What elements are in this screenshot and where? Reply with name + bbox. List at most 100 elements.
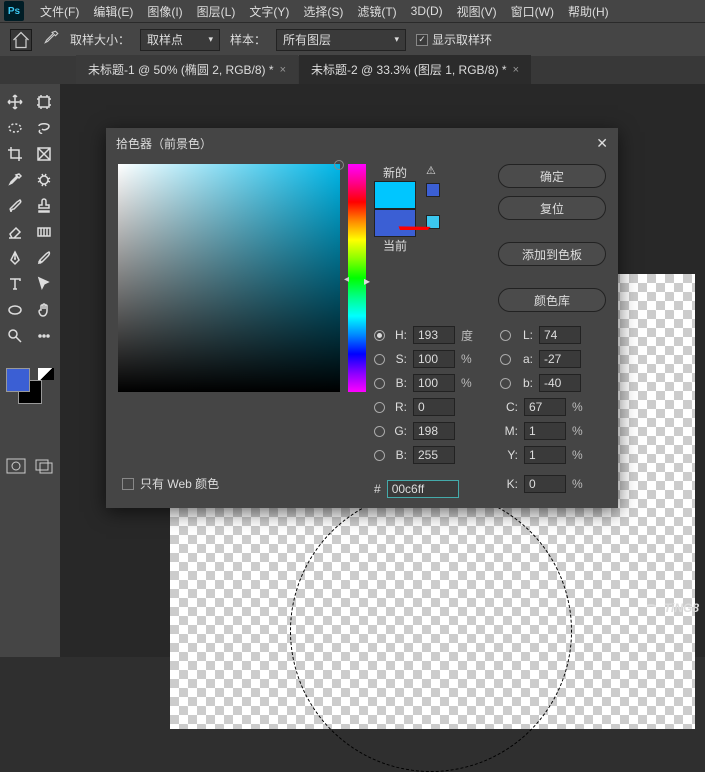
swap-colors-icon[interactable] xyxy=(38,368,54,380)
m-unit: % xyxy=(572,424,586,438)
show-ring-checkbox[interactable]: ✓ 显示取样环 xyxy=(416,31,492,48)
frame-tool-icon[interactable] xyxy=(31,142,57,166)
sv-cursor xyxy=(334,160,344,170)
current-color-swatch[interactable] xyxy=(374,209,416,237)
stamp-tool-icon[interactable] xyxy=(31,194,57,218)
color-picker-dialog: 拾色器（前景色） ✕ ◂▸ 新的 当前 ⚠ xyxy=(106,128,618,508)
r-label: R: xyxy=(391,400,407,414)
pen-tool-icon[interactable] xyxy=(2,246,28,270)
m-input[interactable] xyxy=(524,422,566,440)
s-label: S: xyxy=(391,352,407,366)
eyedropper-tool-icon[interactable] xyxy=(2,168,28,192)
close-icon[interactable]: × xyxy=(280,64,286,76)
menu-item[interactable]: 视图(V) xyxy=(451,3,503,20)
radio-a[interactable] xyxy=(500,354,511,365)
menu-item[interactable]: 选择(S) xyxy=(297,3,349,20)
radio-g[interactable] xyxy=(374,426,385,437)
b-label: B: xyxy=(391,376,407,390)
menu-item[interactable]: 文件(F) xyxy=(34,3,85,20)
l-input[interactable] xyxy=(539,326,581,344)
s-input[interactable] xyxy=(413,350,455,368)
zoom-tool-icon[interactable] xyxy=(2,324,28,348)
radio-b[interactable] xyxy=(374,378,385,389)
check-icon: ✓ xyxy=(416,34,428,46)
radio-bc[interactable] xyxy=(374,450,385,461)
heal-tool-icon[interactable] xyxy=(31,168,57,192)
gradient-tool-icon[interactable] xyxy=(31,220,57,244)
menu-item[interactable]: 窗口(W) xyxy=(505,3,560,20)
radio-h[interactable] xyxy=(374,330,385,341)
gamut-swatch[interactable] xyxy=(426,183,440,197)
brush-tool-icon[interactable] xyxy=(2,194,28,218)
document-tab[interactable]: 未标题-1 @ 50% (椭圆 2, RGB/8) * × xyxy=(76,55,298,84)
sample-dropdown[interactable]: 所有图层▾ xyxy=(276,29,406,51)
h-input[interactable] xyxy=(413,326,455,344)
c-input[interactable] xyxy=(524,398,566,416)
bv-input[interactable] xyxy=(413,374,455,392)
screenmode-icon[interactable] xyxy=(34,458,54,476)
eyedropper-icon[interactable] xyxy=(42,29,60,50)
menu-item[interactable]: 帮助(H) xyxy=(562,3,615,20)
selection-marquee xyxy=(290,490,572,772)
menu-bar: Ps 文件(F) 编辑(E) 图像(I) 图层(L) 文字(Y) 选择(S) 滤… xyxy=(0,0,705,22)
websafe-swatch[interactable] xyxy=(426,215,440,229)
eraser-tool-icon[interactable] xyxy=(2,220,28,244)
k-input[interactable] xyxy=(524,475,566,493)
menu-item[interactable]: 图像(I) xyxy=(141,3,188,20)
home-icon[interactable] xyxy=(10,29,32,51)
close-icon[interactable]: × xyxy=(513,64,519,76)
radio-r[interactable] xyxy=(374,402,385,413)
g-input[interactable] xyxy=(413,422,455,440)
color-lib-button[interactable]: 颜色库 xyxy=(498,288,606,312)
type-tool-icon[interactable] xyxy=(2,272,28,296)
m-label: M: xyxy=(500,424,518,438)
more-tools-icon[interactable] xyxy=(31,324,57,348)
menu-item[interactable]: 滤镜(T) xyxy=(351,3,402,20)
menu-item[interactable]: 图层(L) xyxy=(191,3,242,20)
options-bar: 取样大小： 取样点▾ 样本： 所有图层▾ ✓ 显示取样环 xyxy=(0,22,705,56)
path-select-tool-icon[interactable] xyxy=(31,272,57,296)
current-label: 当前 xyxy=(383,237,407,254)
move-tool-icon[interactable] xyxy=(2,90,28,114)
radio-l[interactable] xyxy=(500,330,511,341)
document-tab[interactable]: 未标题-2 @ 33.3% (图层 1, RGB/8) * × xyxy=(299,55,531,84)
crop-tool-icon[interactable] xyxy=(2,142,28,166)
sample-size-dropdown[interactable]: 取样点▾ xyxy=(140,29,220,51)
marquee-tool-icon[interactable] xyxy=(2,116,28,140)
sample-size-label: 取样大小： xyxy=(70,31,130,48)
dialog-titlebar[interactable]: 拾色器（前景色） ✕ xyxy=(106,128,618,158)
shape-tool-icon[interactable] xyxy=(2,298,28,322)
h-unit: 度 xyxy=(461,327,475,344)
bc-input[interactable] xyxy=(413,446,455,464)
tool-palette xyxy=(0,84,60,657)
reset-button[interactable]: 复位 xyxy=(498,196,606,220)
close-icon[interactable]: ✕ xyxy=(596,135,608,152)
y-input[interactable] xyxy=(524,446,566,464)
ok-button[interactable]: 确定 xyxy=(498,164,606,188)
hue-slider[interactable]: ◂▸ xyxy=(348,164,366,392)
warning-icon[interactable]: ⚠ xyxy=(426,164,440,177)
dialog-title: 拾色器（前景色） xyxy=(116,135,212,152)
bv-unit: % xyxy=(461,376,475,390)
menu-item[interactable]: 文字(Y) xyxy=(243,3,295,20)
saturation-brightness-field[interactable] xyxy=(118,164,340,392)
menu-item[interactable]: 编辑(E) xyxy=(87,3,139,20)
hex-input[interactable] xyxy=(387,480,459,498)
hex-label: # xyxy=(374,482,381,496)
menu-item[interactable]: 3D(D) xyxy=(405,4,449,18)
quickmask-icon[interactable] xyxy=(6,458,26,476)
add-swatch-button[interactable]: 添加到色板 xyxy=(498,242,606,266)
web-only-checkbox[interactable]: 只有 Web 颜色 xyxy=(122,475,219,492)
c-label: C: xyxy=(500,400,518,414)
radio-s[interactable] xyxy=(374,354,385,365)
radio-bl[interactable] xyxy=(500,378,511,389)
lasso-tool-icon[interactable] xyxy=(31,116,57,140)
bl-input[interactable] xyxy=(539,374,581,392)
a-input[interactable] xyxy=(539,350,581,368)
history-brush-icon[interactable] xyxy=(31,246,57,270)
r-input[interactable] xyxy=(413,398,455,416)
artboard-tool-icon[interactable] xyxy=(31,90,57,114)
bl-label: b: xyxy=(517,376,533,390)
hand-tool-icon[interactable] xyxy=(31,298,57,322)
foreground-swatch[interactable] xyxy=(6,368,30,392)
